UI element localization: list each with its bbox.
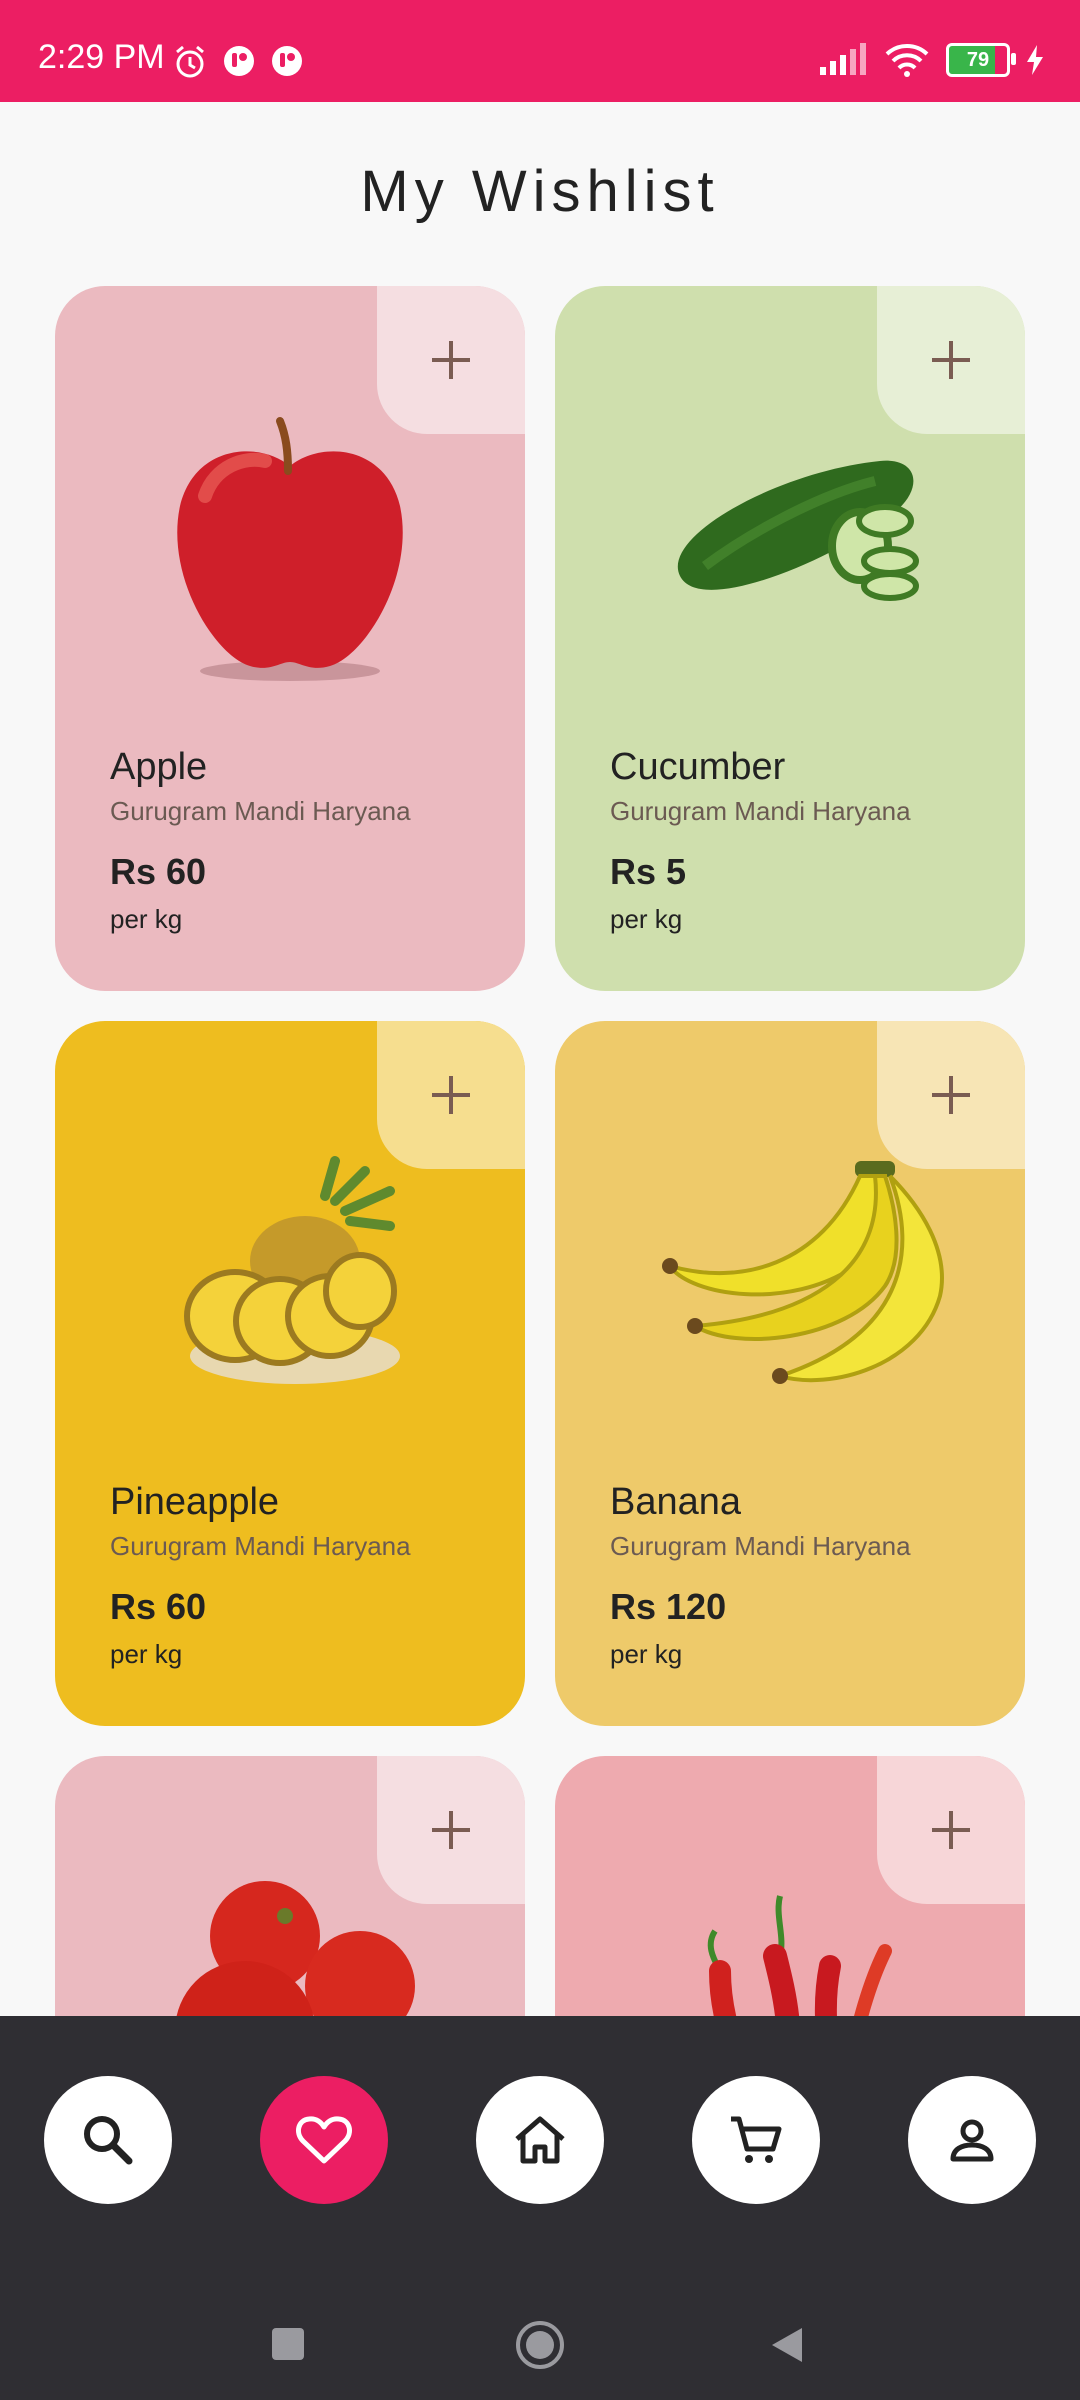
heart-icon — [295, 2116, 353, 2164]
nav-home-button[interactable] — [476, 2076, 604, 2204]
status-icons-right: 79 — [818, 42, 1044, 78]
pineapple-image — [184, 1156, 400, 1384]
product-card-apple[interactable]: Apple Gurugram Mandi Haryana Rs 60 per k… — [55, 286, 525, 991]
page-title: My Wishlist — [360, 159, 720, 224]
wishlist-grid: Apple Gurugram Mandi Haryana Rs 60 per k… — [55, 286, 1025, 2016]
status-time: 2:29 PM — [38, 38, 165, 76]
status-bar: 2:29 PM 79 — [0, 0, 1080, 102]
plus-icon — [432, 1811, 470, 1849]
product-price: Rs 60 — [110, 851, 207, 892]
bottom-nav — [0, 2016, 1080, 2400]
product-location: Gurugram Mandi Haryana — [110, 796, 411, 826]
product-name: Pineapple — [110, 1481, 280, 1523]
charging-icon — [1027, 45, 1043, 75]
plus-icon — [932, 1811, 970, 1849]
product-location: Gurugram Mandi Haryana — [610, 1531, 911, 1561]
search-icon — [84, 2116, 133, 2165]
product-location: Gurugram Mandi Haryana — [610, 796, 911, 826]
product-unit: per kg — [110, 1639, 183, 1669]
plus-icon — [432, 1076, 470, 1114]
cucumber-image — [677, 460, 919, 601]
banana-image — [662, 1161, 944, 1384]
product-name: Banana — [610, 1481, 742, 1523]
tomato-image — [176, 1881, 415, 2016]
system-nav-bar — [0, 2321, 1080, 2376]
product-unit: per kg — [610, 904, 683, 934]
product-price: Rs 120 — [610, 1586, 727, 1627]
nav-cart-button[interactable] — [692, 2076, 820, 2204]
nav-profile-button[interactable] — [908, 2076, 1036, 2204]
home-system-button[interactable] — [515, 2320, 565, 2370]
product-price: Rs 60 — [110, 1586, 207, 1627]
back-button[interactable] — [768, 2326, 804, 2364]
product-name: Cucumber — [610, 746, 786, 788]
nav-wishlist-button[interactable] — [260, 2076, 388, 2204]
product-unit: per kg — [110, 904, 183, 934]
chilli-image — [707, 1895, 892, 2016]
app-notification-icon — [272, 46, 302, 76]
product-card-chilli[interactable] — [555, 1756, 1025, 2016]
product-unit: per kg — [610, 1639, 683, 1669]
plus-icon — [932, 341, 970, 379]
alarm-icon — [176, 45, 204, 78]
product-card-banana[interactable]: Banana Gurugram Mandi Haryana Rs 120 per… — [555, 1021, 1025, 1726]
product-price: Rs 5 — [610, 851, 687, 892]
recents-button[interactable] — [270, 2326, 306, 2362]
product-card-tomato[interactable] — [55, 1756, 525, 2016]
wifi-icon — [885, 44, 929, 77]
home-icon — [515, 2116, 565, 2164]
nav-search-button[interactable] — [44, 2076, 172, 2204]
product-location: Gurugram Mandi Haryana — [110, 1531, 411, 1561]
battery-icon: 79 — [946, 43, 1016, 77]
product-card-cucumber[interactable]: Cucumber Gurugram Mandi Haryana Rs 5 per… — [555, 286, 1025, 991]
product-card-pineapple[interactable]: Pineapple Gurugram Mandi Haryana Rs 60 p… — [55, 1021, 525, 1726]
app-notification-icon — [224, 46, 254, 76]
signal-icon — [820, 43, 866, 75]
product-name: Apple — [110, 746, 208, 788]
plus-icon — [432, 341, 470, 379]
battery-level: 79 — [966, 48, 990, 71]
profile-icon — [950, 2119, 994, 2162]
plus-icon — [932, 1076, 970, 1114]
apple-image — [177, 417, 403, 681]
status-icons-left — [172, 44, 304, 80]
cart-icon — [731, 2116, 782, 2163]
